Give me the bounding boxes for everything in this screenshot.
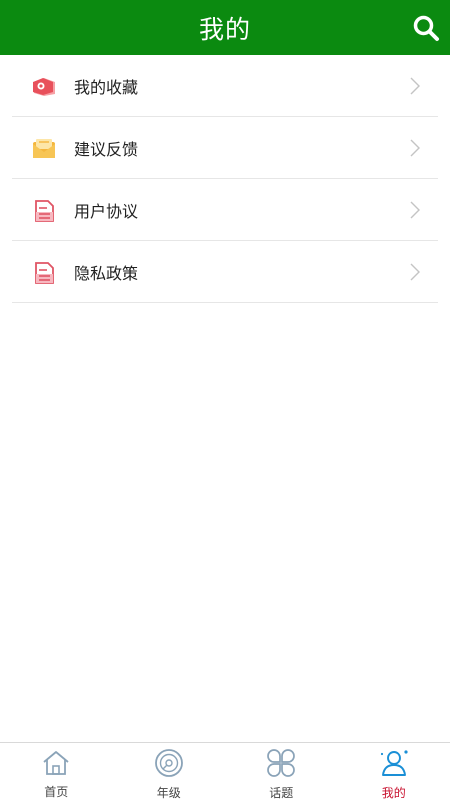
search-button[interactable] [410,12,442,44]
clover-icon [266,748,296,778]
mail-envelope-icon [31,136,57,162]
bottom-tab-bar: 首页 年级 话题 我的 [0,742,450,800]
menu-item-user-agreement[interactable]: 用户协议 [12,179,438,241]
tab-mine[interactable]: 我的 [338,743,450,800]
disc-icon [154,748,184,778]
chevron-right-icon [410,77,420,95]
search-icon [413,15,439,41]
chevron-right-icon [410,201,420,219]
menu-item-feedback[interactable]: 建议反馈 [12,117,438,179]
tab-topics[interactable]: 话题 [225,743,338,800]
menu-item-label: 我的收藏 [74,77,139,97]
settings-menu: 我的收藏 建议反馈 用户协议 隐私政策 [0,55,450,303]
tab-label: 我的 [381,786,406,800]
tab-label: 首页 [44,785,69,799]
chevron-right-icon [410,263,420,281]
tab-grade[interactable]: 年级 [113,743,226,800]
document-icon [31,198,57,224]
favorite-tag-icon [31,74,57,100]
tab-home[interactable]: 首页 [0,743,113,800]
app-header: 我的 [0,0,450,55]
menu-item-label: 建议反馈 [74,139,139,159]
home-icon [41,748,71,777]
menu-item-label: 隐私政策 [74,263,139,283]
menu-item-label: 用户协议 [74,201,139,221]
menu-item-favorites[interactable]: 我的收藏 [12,55,438,117]
user-icon [379,748,409,778]
menu-item-privacy-policy[interactable]: 隐私政策 [12,241,438,303]
tab-label: 年级 [156,786,181,800]
document-icon [31,260,57,286]
tab-label: 话题 [269,786,294,800]
chevron-right-icon [410,139,420,157]
page-title: 我的 [198,14,251,44]
